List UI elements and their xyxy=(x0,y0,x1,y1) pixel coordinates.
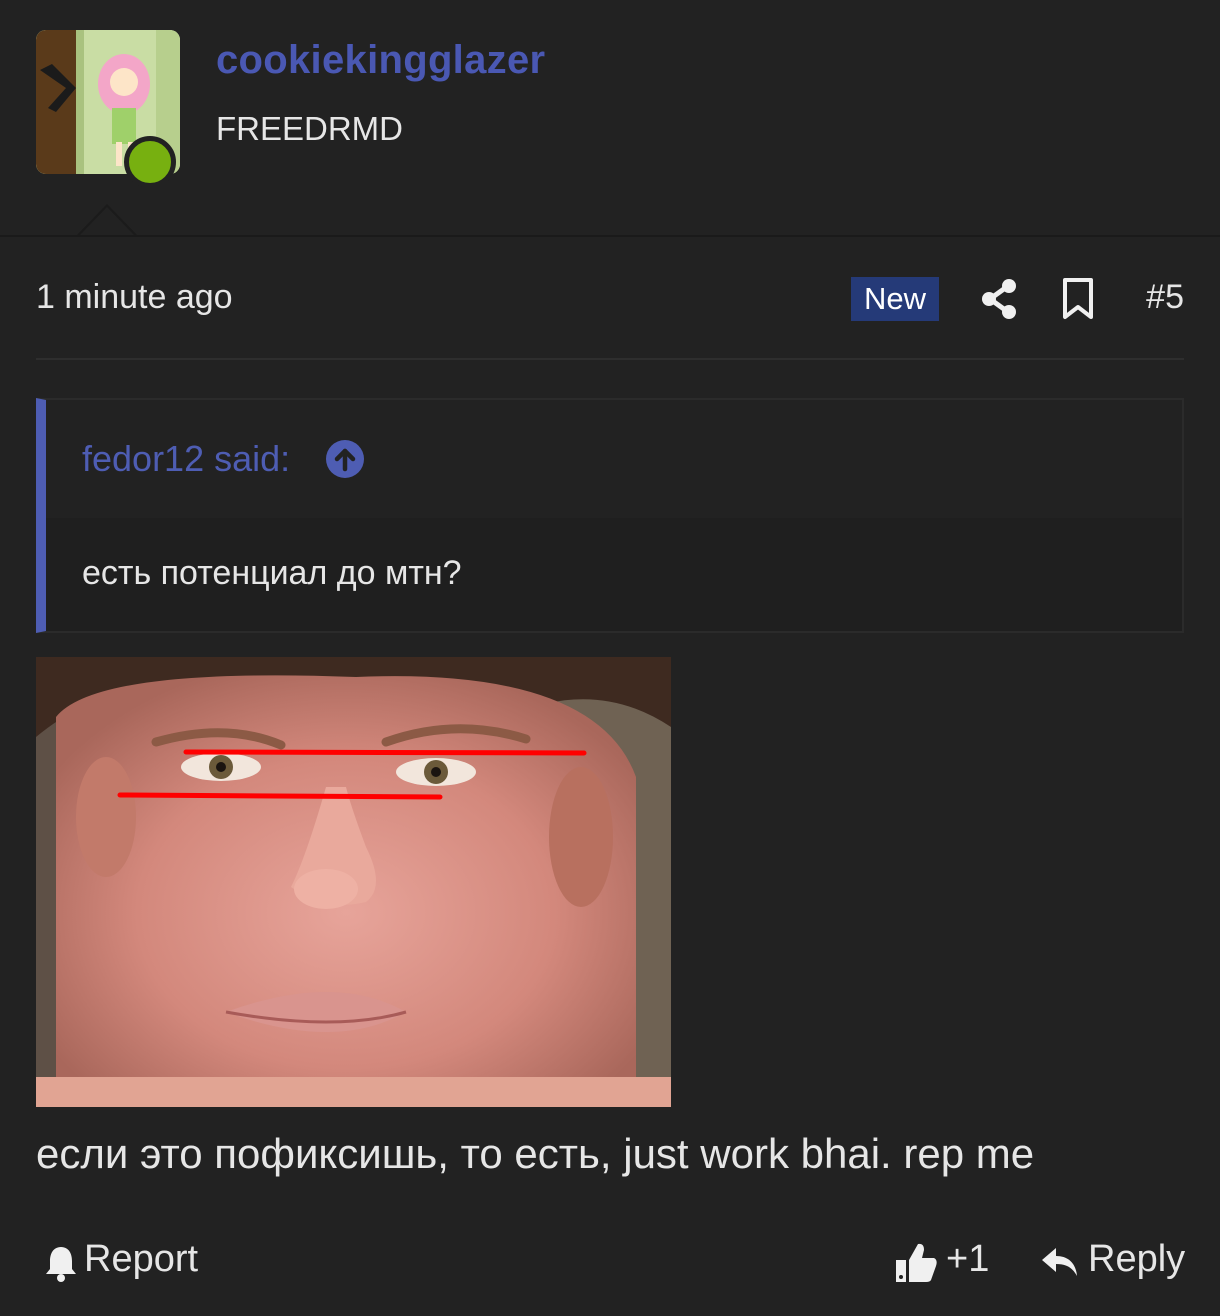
post-attached-image[interactable] xyxy=(36,657,671,1107)
quote-text: есть потенциал до мтн? xyxy=(82,554,462,592)
share-icon[interactable] xyxy=(976,276,1022,322)
header-pointer-arrow xyxy=(76,204,138,237)
quote-author[interactable]: fedor12 said: xyxy=(82,438,290,480)
header-divider xyxy=(0,235,1220,237)
post-number-link[interactable]: #5 xyxy=(1146,278,1184,317)
new-badge: New xyxy=(851,277,939,321)
post-timestamp[interactable]: 1 minute ago xyxy=(36,278,233,317)
quote-body: есть потенциал до мтн? xyxy=(46,518,1182,631)
report-label: Report xyxy=(84,1238,199,1280)
post-body-text: если это пофиксишь, то есть, just work b… xyxy=(36,1130,1035,1177)
bell-icon xyxy=(46,1247,76,1282)
reply-icon xyxy=(1042,1248,1077,1276)
meta-divider xyxy=(36,358,1184,360)
thumbs-up-icon xyxy=(896,1243,937,1282)
reply-label: Reply xyxy=(1088,1238,1186,1280)
post-meta-row: 1 minute ago New #5 xyxy=(36,270,1184,330)
bookmark-icon[interactable] xyxy=(1058,276,1098,322)
arrow-up-circle-icon[interactable] xyxy=(326,440,364,478)
username-link[interactable]: cookiekingglazer xyxy=(216,38,545,83)
quote-header: fedor12 said: xyxy=(46,400,1182,518)
online-status-indicator xyxy=(124,136,176,188)
like-count: +1 xyxy=(946,1238,990,1280)
post-actions: Report +1 Reply xyxy=(36,1236,1186,1286)
post-author-header: cookiekingglazer FREEDRMD xyxy=(0,0,1220,237)
quote-block: fedor12 said: есть потенциал до мтн? xyxy=(36,398,1184,633)
user-title: FREEDRMD xyxy=(216,110,403,147)
